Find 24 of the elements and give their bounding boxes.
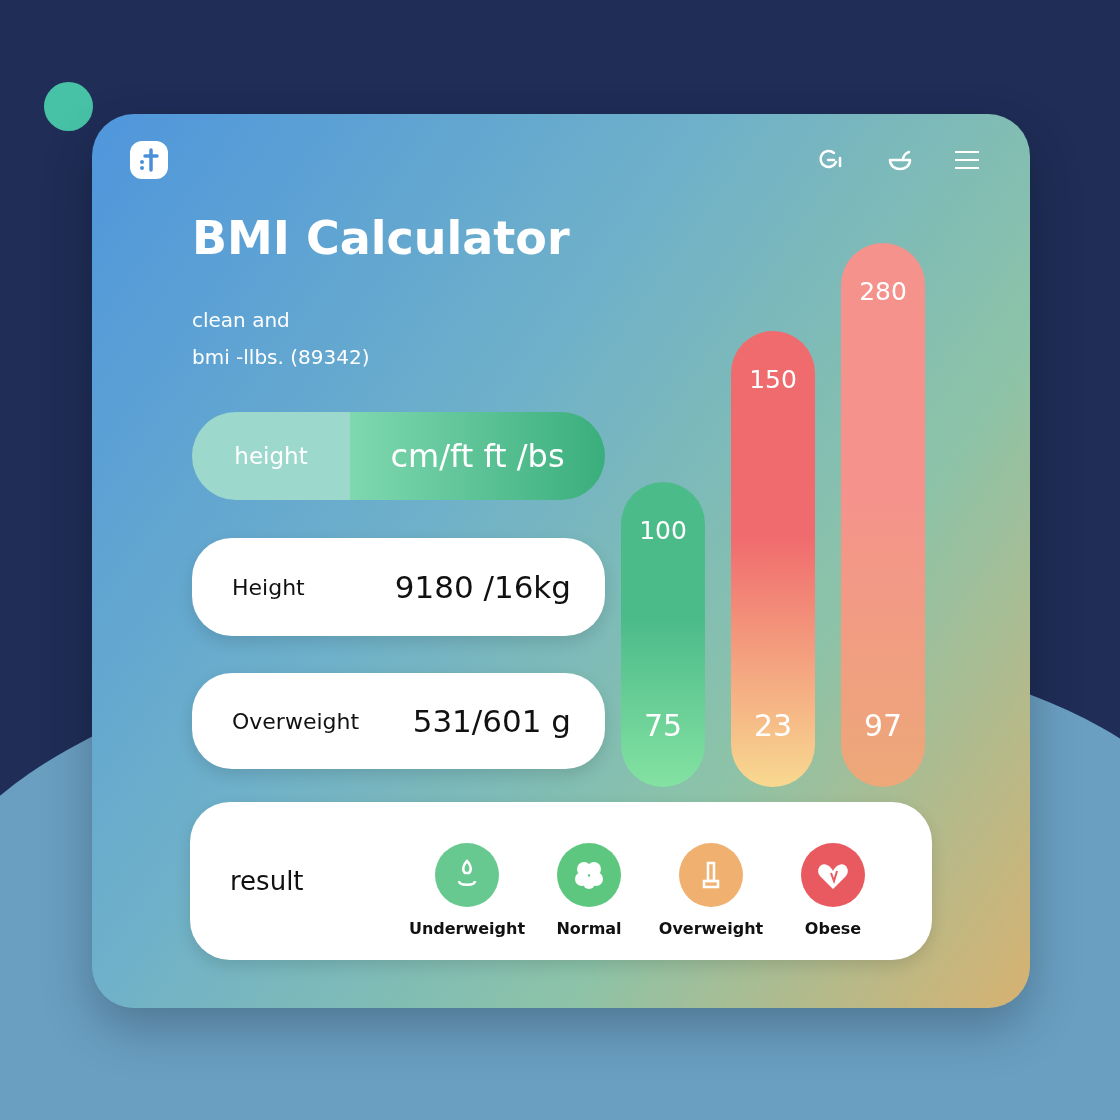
bar-value: 23 bbox=[753, 708, 793, 743]
field-label: Overweight bbox=[232, 708, 360, 734]
menu-icon[interactable] bbox=[954, 149, 980, 171]
category-label: Obese bbox=[804, 918, 862, 938]
field-value: 9180 /16kg bbox=[394, 569, 571, 605]
app-title: BMI Calculator bbox=[192, 210, 571, 266]
subtitle-text: bmi -llbs. (89342) bbox=[192, 344, 371, 371]
bowl-icon[interactable] bbox=[886, 148, 914, 172]
subtitle-text: clean and bbox=[192, 307, 291, 334]
field-value: 531/601 g bbox=[412, 703, 571, 739]
bar-value: 150 bbox=[749, 365, 797, 394]
decorative-dot bbox=[44, 82, 93, 131]
result-label: result bbox=[230, 866, 305, 896]
logo-icon bbox=[130, 141, 168, 179]
input-field[interactable]: Height 9180 /16kg bbox=[192, 538, 605, 636]
bar-value: 75 bbox=[643, 708, 683, 743]
field-label: Height bbox=[232, 574, 305, 600]
bar-value: 280 bbox=[859, 277, 907, 306]
category-label: Normal bbox=[556, 918, 622, 938]
bar-value: 100 bbox=[639, 516, 687, 545]
category-label: Overweight bbox=[658, 918, 764, 938]
bar-value: 97 bbox=[863, 708, 903, 743]
input-field[interactable]: Overweight 531/601 g bbox=[192, 673, 605, 769]
category-label: Underweight bbox=[408, 918, 526, 938]
